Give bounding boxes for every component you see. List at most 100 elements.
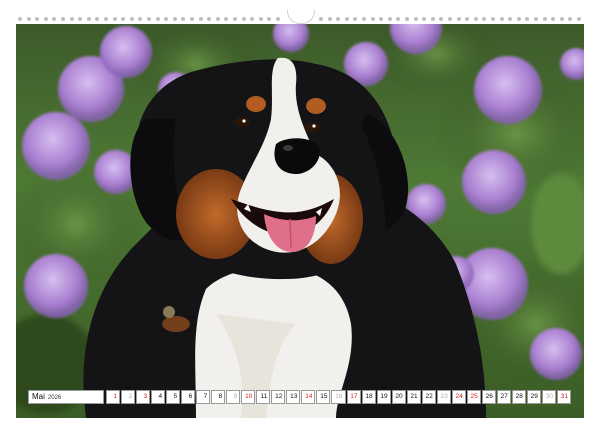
day-cell: 29 (526, 390, 541, 404)
spiral-hole (559, 17, 564, 21)
spiral-hole (534, 17, 538, 21)
spiral-hole (52, 17, 57, 21)
spiral-hole (207, 17, 212, 21)
spiral-hole (78, 17, 83, 21)
day-cell: 4 (151, 390, 166, 404)
day-cell: 17 (346, 390, 361, 404)
day-cell: 9 (226, 390, 241, 404)
spiral-hole (344, 17, 349, 21)
day-cell: 11 (256, 390, 271, 404)
spiral-hole (370, 17, 375, 21)
spiral-hole (482, 17, 487, 21)
spiral-hole (336, 17, 341, 21)
spiral-hole (267, 17, 272, 21)
dog (83, 57, 486, 418)
spiral-hole (215, 17, 220, 21)
day-cell: 23 (436, 390, 451, 404)
month-name: Mai (32, 392, 45, 401)
spiral-hole (241, 17, 246, 21)
spiral-hole (258, 17, 263, 21)
day-cell: 24 (451, 390, 466, 404)
spiral-hole (413, 17, 418, 21)
day-cell: 30 (541, 390, 556, 404)
spiral-hole (430, 17, 435, 21)
spiral-hole (121, 17, 126, 21)
spiral-hole (508, 17, 513, 21)
spiral-hole (525, 17, 530, 21)
spiral-hole (147, 17, 151, 21)
spiral-hole (319, 17, 323, 21)
spiral-hole (276, 17, 280, 21)
spiral-hole (190, 17, 194, 21)
spiral-hole (86, 17, 91, 21)
spiral-hole (112, 17, 117, 21)
spiral-hole (516, 17, 521, 21)
spiral-hole (95, 17, 100, 21)
spiral-hole (69, 17, 74, 21)
calendar-date-strip: Mai 2026 1 2 3 4 5 6 7 8 9 10 11 12 13 14 15 16 17 18 19 20 2… (28, 390, 572, 404)
hanger-notch (287, 10, 315, 24)
spiral-hole (439, 17, 444, 21)
day-cell: 10 (241, 390, 256, 404)
spiral-hole (233, 17, 237, 21)
day-cell: 15 (316, 390, 331, 404)
spiral-hole (577, 17, 581, 21)
spiral-hole (172, 17, 177, 21)
calendar-photo (16, 24, 584, 418)
spiral-hole (405, 17, 409, 21)
spiral-hole (327, 17, 332, 21)
day-cell: 7 (196, 390, 211, 404)
spiral-hole (104, 17, 108, 21)
spiral-hole (448, 17, 452, 21)
day-cell: 16 (331, 390, 346, 404)
day-cell: 28 (511, 390, 526, 404)
spiral-hole (551, 17, 556, 21)
month-label: Mai 2026 (28, 390, 104, 404)
spiral-hole (224, 17, 229, 21)
spiral-hole (396, 17, 401, 21)
spiral-hole (198, 17, 203, 21)
spiral-hole (568, 17, 573, 21)
spiral-hole (491, 17, 495, 21)
day-cell: 1 (106, 390, 121, 404)
day-cell: 26 (481, 390, 496, 404)
spiral-hole (353, 17, 358, 21)
day-cell: 12 (271, 390, 286, 404)
day-cell: 5 (166, 390, 181, 404)
day-cell: 2 (121, 390, 136, 404)
spiral-hole (379, 17, 384, 21)
year-label: 2026 (47, 395, 62, 401)
spiral-hole (181, 17, 186, 21)
spiral-hole (43, 17, 48, 21)
spiral-hole (473, 17, 478, 21)
spiral-hole (61, 17, 65, 21)
dog-photo-illustration (16, 24, 584, 418)
spiral-hole (250, 17, 255, 21)
day-cell: 19 (376, 390, 391, 404)
day-cell: 25 (466, 390, 481, 404)
day-cell: 20 (391, 390, 406, 404)
day-cell: 18 (361, 390, 376, 404)
day-cell: 14 (301, 390, 316, 404)
spiral-hole (499, 17, 504, 21)
day-cell: 31 (556, 390, 571, 404)
spiral-hole (456, 17, 461, 21)
spiral-hole (387, 17, 392, 21)
day-cell: 8 (211, 390, 226, 404)
spiral-hole (35, 17, 40, 21)
spiral-hole (18, 17, 22, 21)
spiral-hole (129, 17, 134, 21)
day-cells: 1 2 3 4 5 6 7 8 9 10 11 12 13 14 15 16 17 18 19 20 21 22 23 24 2… (106, 390, 572, 404)
day-cell: 6 (181, 390, 196, 404)
spiral-hole (138, 17, 143, 21)
day-cell: 13 (286, 390, 301, 404)
spiral-hole (422, 17, 427, 21)
spiral-hole (164, 17, 169, 21)
day-cell: 27 (496, 390, 511, 404)
spiral-hole (362, 17, 366, 21)
spiral-hole (155, 17, 160, 21)
spiral-hole (542, 17, 547, 21)
day-cell: 3 (136, 390, 151, 404)
day-cell: 21 (406, 390, 421, 404)
day-cell: 22 (421, 390, 436, 404)
